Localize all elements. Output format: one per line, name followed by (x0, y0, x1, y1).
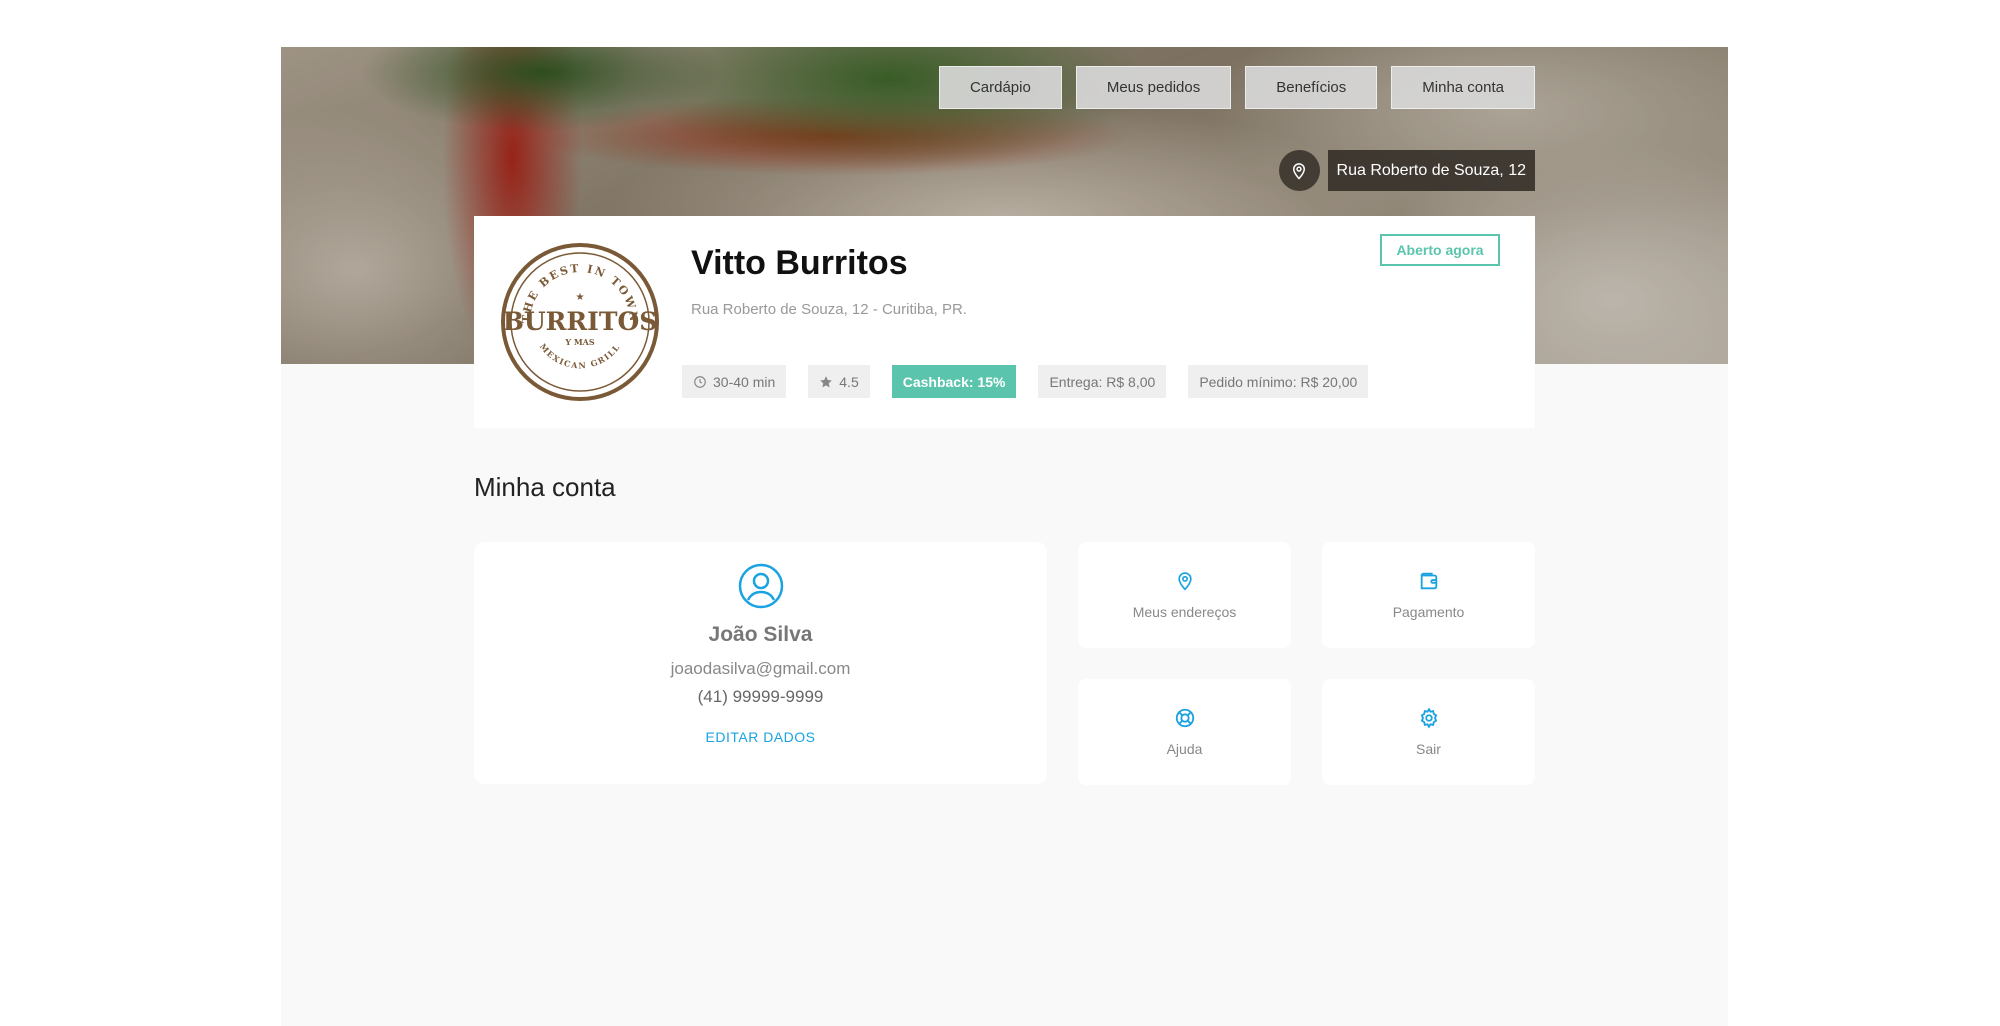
location-selector[interactable]: Rua Roberto de Souza, 12 (1278, 150, 1535, 191)
help-tile[interactable]: Ajuda (1078, 679, 1291, 785)
logo-sub-text: Y MAS (564, 337, 595, 347)
user-icon (474, 562, 1047, 615)
nav-beneficios-button[interactable]: Benefícios (1245, 66, 1378, 109)
map-pin-icon (1177, 572, 1192, 591)
logout-tile[interactable]: Sair (1322, 679, 1535, 785)
payment-tile[interactable]: Pagamento (1322, 542, 1535, 648)
store-logo: THE BEST IN TOWN ★ BURRITOS Y MAS MEXICA… (500, 242, 660, 402)
nav-cardapio-button[interactable]: Cardápio (938, 66, 1062, 109)
delivery-time-chip: 30-40 min (682, 365, 787, 398)
addresses-tile[interactable]: Meus endereços (1078, 542, 1291, 648)
top-nav: Cardápio Meus pedidos Benefícios Minha c… (938, 66, 1535, 109)
wallet-icon (1420, 572, 1437, 590)
rating-text: 4.5 (839, 373, 859, 390)
edit-profile-link[interactable]: EDITAR DADOS (706, 729, 816, 745)
delivery-time-text: 30-40 min (713, 373, 776, 390)
map-pin-icon[interactable] (1278, 150, 1320, 191)
payment-label: Pagamento (1392, 604, 1465, 620)
clock-icon (694, 375, 706, 388)
cashback-chip: Cashback: 15% (891, 365, 1017, 398)
store-info-chips: 30-40 min 4.5 Cashback: 15% Entrega: R$ … (682, 365, 1369, 398)
help-label: Ajuda (1166, 741, 1203, 757)
delivery-fee-chip: Entrega: R$ 8,00 (1038, 365, 1167, 398)
store-name: Vitto Burritos (691, 244, 908, 282)
page-title: Minha conta (474, 472, 616, 502)
gear-icon (1420, 707, 1437, 729)
lifebuoy-icon (1175, 708, 1194, 728)
user-email: joaodasilva@gmail.com (670, 659, 851, 678)
store-card: THE BEST IN TOWN ★ BURRITOS Y MAS MEXICA… (474, 216, 1535, 428)
addresses-label: Meus endereços (1132, 604, 1237, 620)
nav-meus-pedidos-button[interactable]: Meus pedidos (1075, 66, 1232, 109)
rating-chip: 4.5 (808, 365, 870, 398)
location-label[interactable]: Rua Roberto de Souza, 12 (1327, 150, 1535, 191)
logout-label: Sair (1416, 741, 1441, 757)
logo-main-text: BURRITOS (503, 307, 658, 336)
user-phone: (41) 99999-9999 (697, 687, 824, 706)
store-address: Rua Roberto de Souza, 12 - Curitiba, PR. (691, 301, 967, 318)
svg-text:★: ★ (576, 292, 585, 303)
open-status-badge: Aberto agora (1380, 234, 1500, 266)
user-name: João Silva (708, 623, 813, 646)
minimum-order-chip: Pedido mínimo: R$ 20,00 (1188, 365, 1369, 398)
star-icon (820, 375, 833, 387)
page-frame: Cardápio Meus pedidos Benefícios Minha c… (281, 47, 1728, 1026)
nav-minha-conta-button[interactable]: Minha conta (1391, 66, 1535, 109)
profile-card: João Silva joaodasilva@gmail.com (41) 99… (474, 542, 1047, 784)
